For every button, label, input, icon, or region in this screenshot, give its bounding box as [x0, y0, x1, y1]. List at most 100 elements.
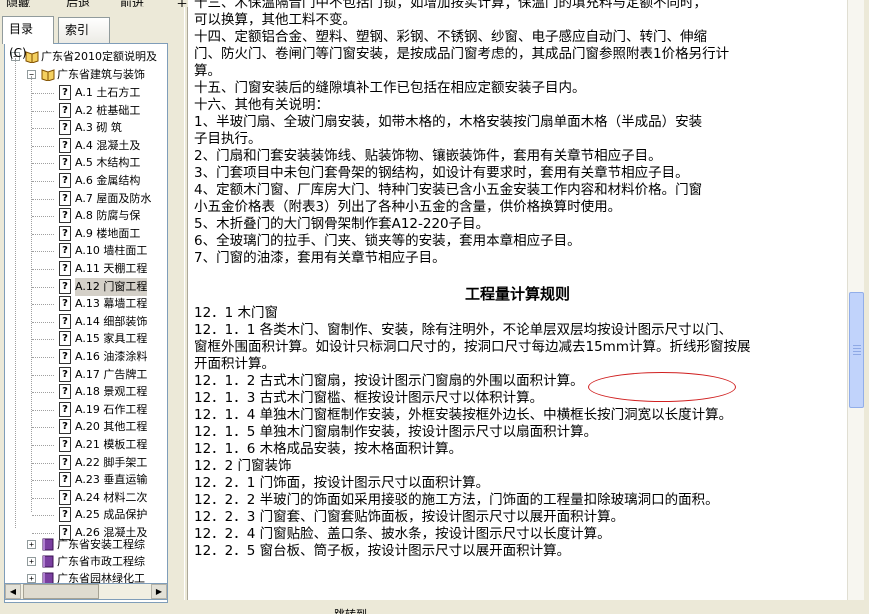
tree-child-label: 广东省建筑与装饰 — [57, 68, 145, 81]
tree-guide-line — [32, 181, 54, 182]
scroll-left-icon[interactable]: ◀ — [5, 584, 21, 599]
tree-book[interactable]: + 广东省市政工程综 — [5, 553, 167, 571]
tree-item-label: A.15 家具工程 — [75, 332, 148, 346]
tree-guide-line — [32, 286, 54, 288]
menu-item-hide[interactable]: 隐藏 — [6, 0, 30, 7]
tree-item[interactable]: ? A.15 家具工程 — [5, 330, 167, 348]
tree-guide-line — [32, 198, 54, 200]
content-line: 12．1．4 单独木门窗框制作安装，外框安装按框外边长、中横框长按门洞宽以长度计… — [194, 407, 733, 423]
tree-item[interactable]: ? A.14 细部装饰 — [5, 313, 167, 331]
help-page-icon: ? — [59, 384, 71, 400]
expand-icon[interactable]: + — [27, 540, 36, 549]
tree-item[interactable]: ? A.16 油漆涂料 — [5, 348, 167, 366]
expand-icon[interactable]: + — [27, 574, 36, 583]
tree-item[interactable]: ? A.5 木结构工 — [5, 154, 167, 172]
content-line: 子目执行。 — [194, 131, 262, 147]
tree-item[interactable]: ? A.13 幕墙工程 — [5, 295, 167, 313]
tree-guide-line — [32, 374, 54, 376]
tree-item[interactable]: ? A.9 楼地面工 — [5, 225, 167, 243]
tree-item[interactable]: ? A.19 石作工程 — [5, 401, 167, 419]
content-line: 12．2．4 门窗贴脸、盖口条、披水条，按设计图示尺寸以长度计算。 — [194, 526, 611, 542]
tree-item[interactable]: ? A.12 门窗工程 — [5, 277, 167, 296]
tree-guide-line — [32, 392, 54, 394]
tree-root-label: 广东省2010定额说明及 — [41, 50, 157, 63]
tree-item[interactable]: ? A.17 广告牌工 — [5, 366, 167, 384]
tree-item-label: A.8 防腐与保 — [75, 209, 141, 223]
tree-item[interactable]: ? A.20 其他工程 — [5, 418, 167, 436]
content-line: 7、门窗的油漆，套用有关章节相应子目。 — [194, 250, 446, 266]
tree-item-label: A.21 模板工程 — [75, 438, 148, 451]
tree-item-label: A.13 幕墙工程 — [75, 297, 148, 311]
help-page-icon: ? — [59, 190, 71, 206]
help-page-icon: ? — [59, 472, 71, 488]
help-page-icon: ? — [59, 261, 71, 276]
tree-item[interactable]: ? A.18 景观工程 — [5, 383, 167, 401]
tree-item[interactable]: ? A.3 砌 筑 — [5, 119, 167, 137]
help-page-icon: ? — [59, 243, 71, 259]
nav-tabs: 目录(C) 索引(N) — [2, 16, 182, 61]
menu-item-back[interactable]: 后退 — [66, 0, 90, 7]
content-line: 算。 — [194, 63, 221, 79]
help-page-icon: ? — [59, 454, 71, 470]
tree-guide-line — [32, 515, 54, 517]
content-vertical-scrollbar[interactable] — [847, 0, 864, 600]
tree-item[interactable]: ? A.25 成品保护 — [5, 506, 167, 524]
tree-item-label: A.14 细部装饰 — [75, 314, 148, 328]
help-page-icon: ? — [59, 366, 71, 382]
content-line: 5、木折叠门的大门钢骨架制作套A12-220子目。 — [194, 216, 490, 232]
help-page-icon: ? — [59, 137, 71, 153]
help-page-icon: ? — [59, 120, 71, 136]
tree-item[interactable]: ? A.1 土石方工 — [5, 84, 167, 102]
help-page-icon: ? — [59, 85, 71, 100]
tree-item-label: A.19 石作工程 — [75, 402, 148, 416]
expand-icon[interactable]: + — [27, 557, 36, 566]
tree-item[interactable]: ? A.21 模板工程 — [5, 436, 167, 454]
tree-guide-line — [32, 480, 54, 482]
tree-item[interactable]: ? A.7 屋面及防水 — [5, 190, 167, 208]
help-page-icon: ? — [59, 313, 71, 329]
tree-item[interactable]: ? A.23 垂直运输 — [5, 471, 167, 489]
tree-item-label: A.5 木结构工 — [75, 156, 141, 170]
tree-item[interactable]: ? A.24 材料二次 — [5, 489, 167, 507]
tree-item[interactable]: ? A.10 墙柱面工 — [5, 242, 167, 260]
tree-item[interactable]: ? A.11 天棚工程 — [5, 260, 167, 278]
tab-index[interactable]: 索引(N) — [58, 17, 110, 61]
content-line: 6、全玻璃门的拉手、门夹、锁夹等的安装，套用本章相应子目。 — [194, 233, 581, 249]
tree-guide-line — [32, 216, 54, 218]
help-page-icon: ? — [59, 208, 71, 224]
content-line: 3、门套项目中未包门套骨架的钢结构，如设计有要求时，套用有关章节相应子目。 — [194, 165, 689, 181]
tree-item[interactable]: ? A.4 混凝土及 — [5, 137, 167, 155]
menu-item-forward[interactable]: 前进 — [120, 0, 144, 7]
scroll-thumb[interactable] — [23, 584, 99, 599]
content-line: 开面积计算。 — [194, 356, 275, 372]
tree-root[interactable]: − 广东省2010定额说明及 — [5, 48, 167, 66]
tree-guide-line — [32, 93, 54, 94]
content-line: 12．1．1 各类木门、窗制作、安装，除有注明外，不论单层双层均按设计图示尺寸以… — [194, 322, 733, 338]
help-page-icon: ? — [59, 437, 71, 452]
tree-item[interactable]: ? A.8 防腐与保 — [5, 207, 167, 225]
help-page-icon: ? — [59, 102, 71, 118]
tree-book[interactable]: + 广东省安装工程综 — [5, 536, 167, 554]
tree-item-label: A.17 广告牌工 — [75, 367, 148, 381]
open-book-icon — [41, 69, 55, 81]
contents-tree: − 广东省2010定额说明及 − 广东省建筑与装饰 ? A.1 土石方工? A.2 … — [4, 43, 168, 603]
tree-item[interactable]: ? A.6 金属结构 — [5, 172, 167, 190]
section-heading: 工程量计算规则 — [464, 285, 570, 303]
tree-item[interactable]: ? A.22 脚手架工 — [5, 454, 167, 472]
tree-item-label: A.10 墙柱面工 — [75, 244, 148, 258]
content-line: 门、防火门、卷闸门等门窗安装，是按成品门窗考虑的，其成品门窗参照附表1价格另行计 — [194, 46, 730, 62]
tree-horizontal-scrollbar[interactable]: ◀ ▶ — [4, 583, 168, 600]
scroll-right-icon[interactable]: ▶ — [151, 584, 167, 599]
content-line: 可以换算，其他工料不变。 — [194, 12, 356, 28]
tree-item[interactable]: ? A.2 桩基础工 — [5, 102, 167, 120]
tree-guide-line — [32, 339, 54, 341]
tree-item-label: A.24 材料二次 — [75, 490, 148, 504]
tree-item-label: A.12 门窗工程 — [75, 277, 148, 296]
tree-item-label: A.2 桩基础工 — [75, 103, 141, 117]
tree-item-label: A.11 天棚工程 — [75, 262, 148, 275]
tree-child[interactable]: − 广东省建筑与装饰 — [5, 66, 167, 84]
content-line: 12．2．1 门饰面，按设计图示尺寸以面积计算。 — [194, 475, 490, 491]
tab-contents[interactable]: 目录(C) — [2, 16, 54, 60]
scroll-thumb[interactable] — [849, 292, 864, 408]
tree-guide-line — [32, 163, 54, 165]
